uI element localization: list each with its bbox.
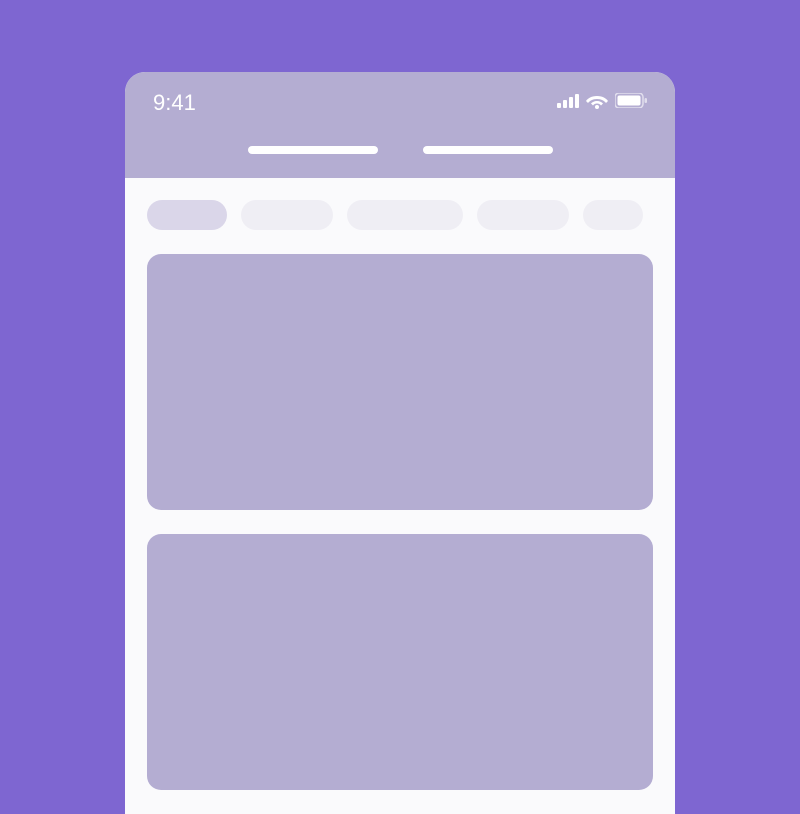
status-icons-group — [557, 93, 647, 114]
filter-pill[interactable] — [477, 200, 569, 230]
status-time: 9:41 — [153, 90, 196, 116]
filter-pill[interactable] — [147, 200, 227, 230]
content-area — [125, 230, 675, 790]
tab-item[interactable] — [248, 146, 378, 154]
filter-pill[interactable] — [583, 200, 643, 230]
header-tabs — [125, 146, 675, 178]
content-card[interactable] — [147, 534, 653, 790]
tab-item[interactable] — [423, 146, 553, 154]
filter-pill[interactable] — [347, 200, 463, 230]
cellular-signal-icon — [557, 94, 579, 113]
content-card[interactable] — [147, 254, 653, 510]
battery-icon — [615, 93, 647, 113]
filter-pill[interactable] — [241, 200, 333, 230]
phone-mockup-frame: 9:41 — [125, 72, 675, 814]
wifi-icon — [586, 93, 608, 114]
header-section: 9:41 — [125, 72, 675, 178]
status-bar: 9:41 — [125, 72, 675, 146]
filter-pills-row — [125, 178, 675, 230]
